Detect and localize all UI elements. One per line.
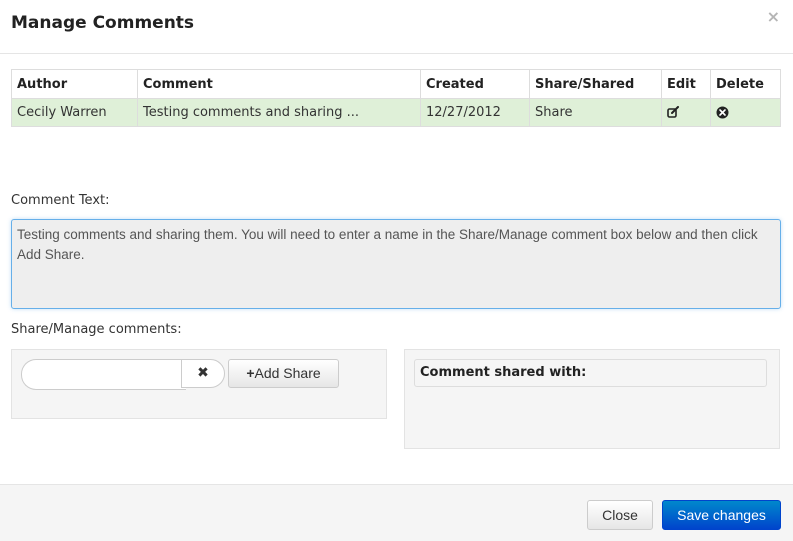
add-share-label: Add Share [254, 365, 321, 381]
column-header-author: Author [11, 69, 138, 99]
cell-edit [661, 98, 711, 127]
table-row[interactable]: Cecily Warren Testing comments and shari… [11, 98, 781, 127]
remove-circle-icon[interactable] [716, 105, 729, 120]
modal-title: Manage Comments [11, 13, 195, 33]
cell-comment: Testing comments and sharing ... [137, 98, 421, 127]
plus-icon: + [246, 365, 255, 381]
column-header-edit: Edit [661, 69, 711, 99]
manage-comments-modal: Manage Comments × Author Comment Created… [0, 0, 793, 541]
share-manage-label: Share/Manage comments: [11, 322, 182, 337]
shared-with-panel: Comment shared with: [404, 349, 780, 449]
modal-footer: Close Save changes [0, 484, 793, 541]
save-changes-button[interactable]: Save changes [662, 500, 781, 530]
share-name-input[interactable] [21, 359, 186, 390]
share-panel: ✖ +Add Share [11, 349, 387, 419]
column-header-comment: Comment [137, 69, 421, 99]
comments-table: Author Comment Created Share/Shared Edit… [11, 69, 781, 127]
close-button[interactable]: Close [587, 500, 653, 530]
modal-header: Manage Comments × [0, 0, 793, 54]
add-share-button[interactable]: +Add Share [228, 359, 339, 388]
cell-created: 12/27/2012 [420, 98, 530, 127]
column-header-created: Created [420, 69, 530, 99]
clear-input-button[interactable]: ✖ [181, 359, 225, 388]
shared-with-header: Comment shared with: [414, 359, 767, 387]
close-icon[interactable]: × [767, 7, 780, 26]
column-header-share: Share/Shared [529, 69, 662, 99]
cell-share[interactable]: Share [529, 98, 662, 127]
table-header-row: Author Comment Created Share/Shared Edit… [11, 69, 781, 99]
edit-icon[interactable] [667, 105, 680, 120]
comment-text-label: Comment Text: [11, 193, 110, 208]
comment-text-area[interactable]: Testing comments and sharing them. You w… [11, 219, 781, 309]
column-header-delete: Delete [710, 69, 781, 99]
cell-delete [710, 98, 781, 127]
clear-icon: ✖ [197, 365, 209, 381]
cell-author: Cecily Warren [11, 98, 138, 127]
